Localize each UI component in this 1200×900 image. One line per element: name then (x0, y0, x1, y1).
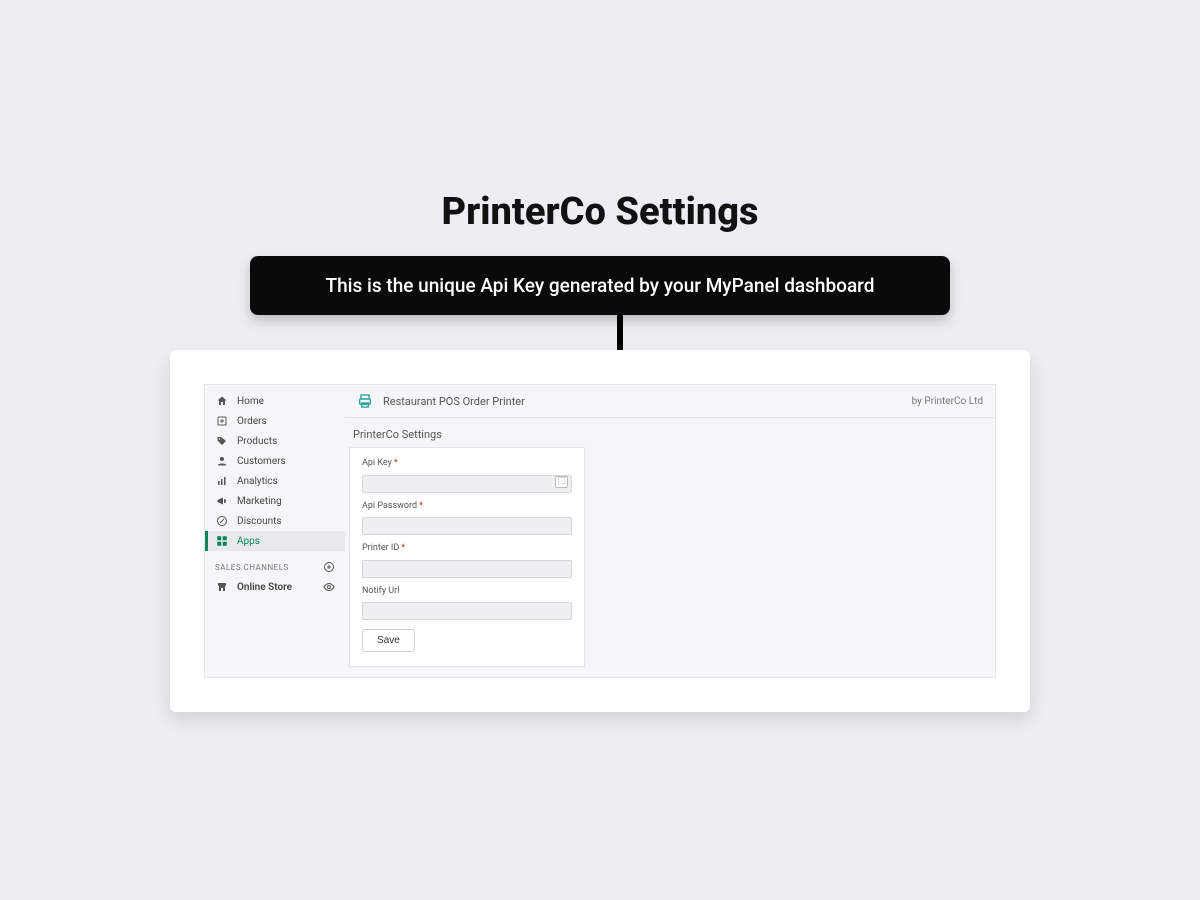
app-title-bar: Restaurant POS Order Printer by PrinterC… (345, 385, 995, 418)
callout-tooltip: This is the unique Api Key generated by … (250, 256, 950, 315)
sidebar-item-label: Analytics (237, 475, 278, 488)
required-asterisk: * (394, 458, 398, 468)
view-store-button[interactable] (323, 581, 335, 593)
notify-url-input[interactable] (362, 602, 572, 620)
api-key-label-text: Api Key (362, 458, 392, 468)
settings-section-title: PrinterCo Settings (345, 418, 995, 447)
sales-channels-label: SALES CHANNELS (215, 563, 289, 572)
sidebar-item-home[interactable]: Home (205, 391, 345, 411)
sidebar-item-label: Online Store (237, 581, 292, 594)
sales-channels-header: SALES CHANNELS (205, 551, 345, 577)
printer-id-label-text: Printer ID (362, 543, 399, 553)
sidebar-item-customers[interactable]: Customers (205, 451, 345, 471)
settings-form: Api Key* ⬚ Api Password* Printer ID* (349, 447, 585, 667)
notify-url-label-text: Notify Url (362, 586, 399, 596)
sidebar-item-apps[interactable]: Apps (205, 531, 345, 551)
api-password-input[interactable] (362, 517, 572, 535)
sidebar-item-label: Products (237, 435, 277, 448)
required-asterisk: * (401, 543, 405, 553)
orders-icon (215, 414, 229, 428)
sidebar-item-label: Customers (237, 455, 286, 468)
analytics-icon (215, 474, 229, 488)
tag-icon (215, 434, 229, 448)
required-asterisk: * (419, 501, 423, 511)
page-heading: PrinterCo Settings (0, 190, 1200, 234)
input-helper-icon: ⬚ (555, 476, 568, 488)
api-key-label: Api Key* (362, 458, 572, 468)
api-password-label: Api Password* (362, 501, 572, 511)
sidebar-item-label: Apps (237, 535, 260, 548)
sidebar-item-discounts[interactable]: Discounts (205, 511, 345, 531)
admin-shell: Home Orders Products Customers (204, 384, 996, 678)
printer-id-input[interactable] (362, 560, 572, 578)
discount-icon (215, 514, 229, 528)
apps-icon (215, 534, 229, 548)
sidebar: Home Orders Products Customers (205, 385, 345, 677)
sidebar-item-label: Discounts (237, 515, 282, 528)
store-icon (215, 580, 229, 594)
printer-icon (357, 393, 373, 409)
main-content: Restaurant POS Order Printer by PrinterC… (345, 385, 995, 677)
app-title: Restaurant POS Order Printer (383, 395, 525, 408)
sidebar-item-online-store[interactable]: Online Store (205, 577, 345, 597)
add-channel-button[interactable] (323, 561, 335, 573)
callout-text: This is the unique Api Key generated by … (326, 274, 875, 297)
api-password-label-text: Api Password (362, 501, 417, 511)
sidebar-item-orders[interactable]: Orders (205, 411, 345, 431)
printer-id-label: Printer ID* (362, 543, 572, 553)
sidebar-item-analytics[interactable]: Analytics (205, 471, 345, 491)
sidebar-item-label: Marketing (237, 495, 282, 508)
person-icon (215, 454, 229, 468)
megaphone-icon (215, 494, 229, 508)
sidebar-item-label: Orders (237, 415, 267, 428)
save-button[interactable]: Save (362, 629, 415, 652)
notify-url-label: Notify Url (362, 586, 572, 596)
sidebar-item-marketing[interactable]: Marketing (205, 491, 345, 511)
admin-card: Home Orders Products Customers (170, 350, 1030, 712)
sidebar-item-label: Home (237, 395, 264, 408)
sidebar-item-products[interactable]: Products (205, 431, 345, 451)
app-vendor: by PrinterCo Ltd (912, 396, 983, 407)
home-icon (215, 394, 229, 408)
api-key-input[interactable] (362, 475, 572, 493)
